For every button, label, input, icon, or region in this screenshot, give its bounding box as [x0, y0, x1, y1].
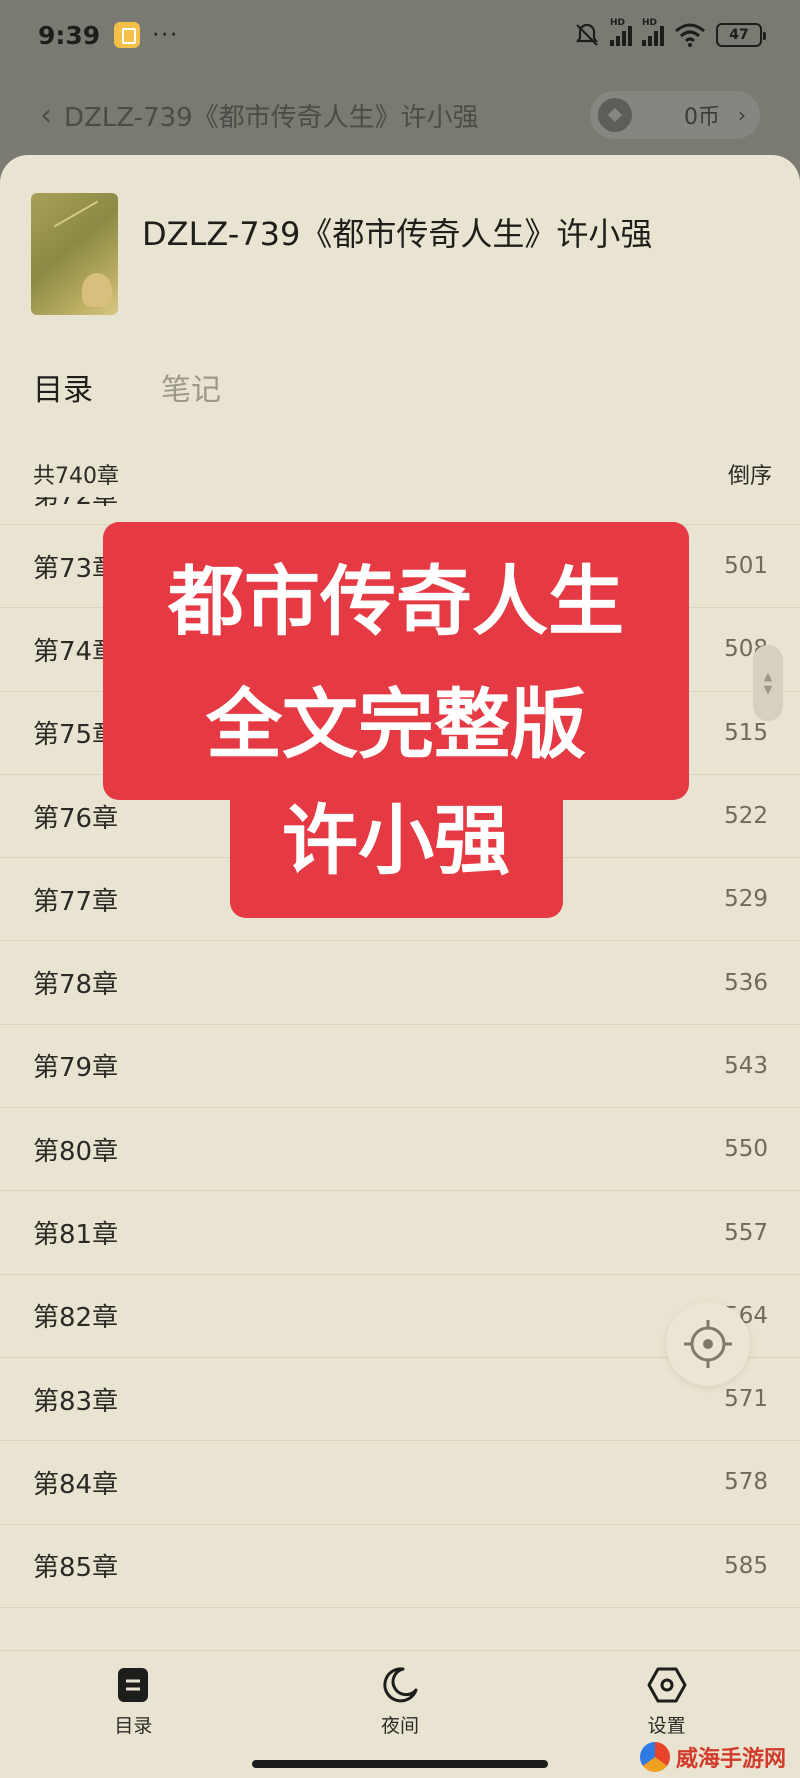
locate-current-chapter-button[interactable] — [666, 1302, 750, 1386]
chapter-name: 第85章 — [33, 1553, 119, 1584]
chapter-count: 共740章 — [33, 464, 119, 489]
list-item[interactable]: 第84章 578 — [0, 1441, 800, 1525]
status-bar: 9:39 ··· HD HD 47 — [0, 0, 800, 70]
banner-line-3: 许小强 — [282, 796, 510, 885]
battery-icon: 47 — [716, 23, 766, 47]
catalog-tabs: 目录 笔记 — [33, 365, 221, 409]
chapter-page: 529 — [724, 886, 768, 913]
status-time: 9:39 — [38, 20, 101, 50]
hd-label: HD — [642, 18, 658, 28]
chapter-page: 578 — [724, 1469, 768, 1496]
chapter-page: 501 — [724, 553, 768, 580]
note-app-icon — [114, 22, 141, 48]
nav-night-label: 夜间 — [380, 1715, 419, 1737]
chapter-page: 550 — [724, 1136, 768, 1163]
watermark-logo-icon — [640, 1742, 670, 1772]
nav-night-mode[interactable]: 夜间 — [320, 1651, 480, 1778]
nav-settings-label: 设置 — [647, 1715, 686, 1737]
more-notifications-icon: ··· — [152, 22, 180, 48]
top-bar-title: DZLZ-739《都市传奇人生》许小强 — [64, 102, 479, 133]
coin-balance: 0币 — [684, 105, 720, 130]
list-item[interactable]: 第72章 — [0, 497, 800, 525]
catalog-sheet: DZLZ-739《都市传奇人生》许小强 目录 笔记 共740章 倒序 第72章 … — [0, 155, 800, 1778]
nav-catalog-label: 目录 — [114, 1715, 153, 1737]
coin-balance-button[interactable]: 0币 › — [590, 91, 760, 139]
chapter-page: 557 — [724, 1219, 768, 1246]
battery-level: 47 — [729, 27, 749, 43]
back-chevron-icon[interactable]: ‹ — [40, 98, 52, 133]
signal-2-icon: HD — [642, 18, 664, 46]
status-indicators: HD HD 47 — [574, 18, 766, 48]
chapter-name: 第82章 — [33, 1303, 119, 1334]
chapter-name: 第77章 — [33, 886, 119, 917]
chevron-down-icon: ▼ — [763, 683, 773, 696]
nav-catalog[interactable]: 目录 — [53, 1651, 213, 1778]
tab-notes[interactable]: 笔记 — [161, 365, 221, 409]
reverse-order-button[interactable]: 倒序 — [728, 458, 772, 490]
book-title: DZLZ-739《都市传奇人生》许小强 — [142, 215, 653, 253]
book-header: DZLZ-739《都市传奇人生》许小强 — [31, 193, 652, 315]
chapter-name: 第81章 — [33, 1220, 119, 1251]
chapter-name: 第78章 — [33, 970, 119, 1001]
list-item[interactable]: 第85章 585 — [0, 1525, 800, 1608]
chapter-page: 515 — [724, 719, 768, 746]
reader-top-bar: ‹ DZLZ-739《都市传奇人生》许小强 0币 › — [0, 80, 800, 150]
chapter-name: 第72章 — [33, 497, 118, 512]
banner-line-1: 都市传奇人生 — [168, 557, 624, 646]
list-item[interactable]: 第80章 550 — [0, 1108, 800, 1192]
chapter-page: 536 — [724, 969, 768, 996]
target-icon — [684, 1320, 732, 1368]
coin-icon — [598, 98, 632, 132]
site-watermark: 威海手游网 — [640, 1736, 800, 1778]
book-cover — [31, 193, 118, 315]
chapter-name: 第80章 — [33, 1136, 119, 1167]
chevron-right-icon: › — [738, 103, 746, 127]
home-indicator[interactable] — [252, 1760, 548, 1768]
chapter-list-header: 共740章 倒序 — [33, 458, 772, 490]
chapter-page: 522 — [724, 803, 768, 830]
chapter-name: 第79章 — [33, 1053, 119, 1084]
list-item[interactable]: 第79章 543 — [0, 1025, 800, 1109]
settings-icon — [647, 1665, 687, 1705]
chapter-page: 585 — [724, 1552, 768, 1579]
list-item[interactable]: 第81章 557 — [0, 1191, 800, 1275]
wifi-icon — [675, 23, 705, 47]
tab-catalog[interactable]: 目录 — [33, 365, 93, 409]
watermark-text: 威海手游网 — [676, 1746, 787, 1772]
catalog-icon — [113, 1665, 153, 1705]
chevron-up-icon: ▲ — [763, 670, 773, 683]
signal-1-icon: HD — [610, 18, 632, 46]
mute-bell-icon — [575, 23, 599, 46]
chapter-page: 543 — [724, 1052, 768, 1079]
scrollbar-thumb[interactable]: ▲ ▼ — [753, 645, 783, 721]
banner-line-2: 全文完整版 — [206, 680, 586, 769]
moon-icon — [380, 1665, 420, 1705]
chapter-name: 第83章 — [33, 1386, 119, 1417]
chapter-page: 571 — [724, 1386, 768, 1413]
list-item[interactable]: 第78章 536 — [0, 941, 800, 1025]
chapter-name: 第84章 — [33, 1469, 119, 1500]
hd-label: HD — [610, 18, 626, 28]
